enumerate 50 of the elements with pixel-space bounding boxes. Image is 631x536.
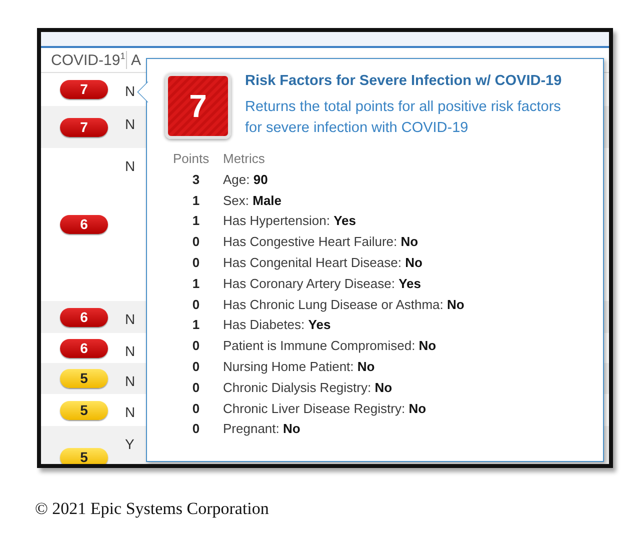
points-value: 3 (191, 170, 201, 189)
table-cell-text: N (125, 115, 136, 134)
points-value: 0 (191, 254, 201, 272)
score-pill[interactable]: 5 (60, 369, 108, 388)
metric-text: Has Diabetes: Yes (223, 316, 332, 334)
points-value: 0 (191, 358, 201, 376)
points-value: 0 (191, 233, 201, 252)
metric-text: Age: 90 (223, 170, 269, 189)
score-pill[interactable]: 6 (60, 338, 108, 358)
column-header: Metrics (223, 150, 266, 168)
metric-text: Has Chronic Lung Disease or Asthma: No (223, 296, 466, 314)
points-value: 1 (191, 212, 201, 230)
points-value: 0 (191, 378, 201, 397)
metric-text: Patient is Immune Compromised: No (223, 337, 438, 356)
metric-text: Chronic Dialysis Registry: No (223, 378, 394, 397)
column-header[interactable]: COVID-19$^{1}$ (41, 51, 127, 69)
points-value: 0 (191, 400, 201, 418)
popover-title: Risk Factors for Severe Infection w/ COVID-19 (245, 73, 563, 89)
points-value: 1 (191, 316, 201, 334)
metric-text: Chronic Liver Disease Registry: No (223, 400, 428, 418)
table-cell-text: N (125, 157, 136, 176)
metric-text: Has Congenital Heart Disease: No (223, 254, 424, 272)
score-pill[interactable]: 6 (60, 308, 108, 326)
score-pill[interactable]: 6 (60, 215, 108, 234)
column-header[interactable]: A (127, 52, 142, 68)
score-pill[interactable]: 5 (60, 400, 108, 420)
table-cell-text: N (125, 342, 136, 361)
metric-text: Has Coronary Artery Disease: Yes (223, 274, 422, 293)
points-value: 0 (191, 420, 201, 438)
column-header: Points (173, 150, 210, 168)
table-cell-text: N (125, 82, 136, 101)
points-value: 0 (191, 337, 201, 356)
table-cell-text: N (125, 310, 136, 329)
metric-text: Sex: Male (223, 192, 283, 210)
points-value: 1 (191, 274, 201, 293)
metric-text: Pregnant: No (223, 420, 302, 438)
score-pill[interactable]: 7 (60, 118, 108, 136)
points-value: 0 (191, 296, 201, 314)
score-pill[interactable]: 7 (60, 80, 108, 99)
score-pill[interactable]: 5 (60, 448, 108, 464)
metric-text: Nursing Home Patient: No (223, 358, 376, 376)
metric-text: Has Hypertension: Yes (223, 212, 357, 230)
popover-description: Returns the total points for all positive risk factors for severe infection with COVID-19 (245, 98, 562, 138)
metric-text: Has Congestive Heart Failure: No (223, 233, 420, 252)
table-cell-text: Y (125, 435, 134, 454)
table-cell-text: N (125, 372, 136, 391)
points-value: 1 (191, 192, 201, 210)
score-badge: 7 (165, 73, 231, 139)
table-cell-text: N (125, 403, 136, 422)
copyright-caption: © 2021 Epic Systems Corporation (35, 499, 269, 519)
